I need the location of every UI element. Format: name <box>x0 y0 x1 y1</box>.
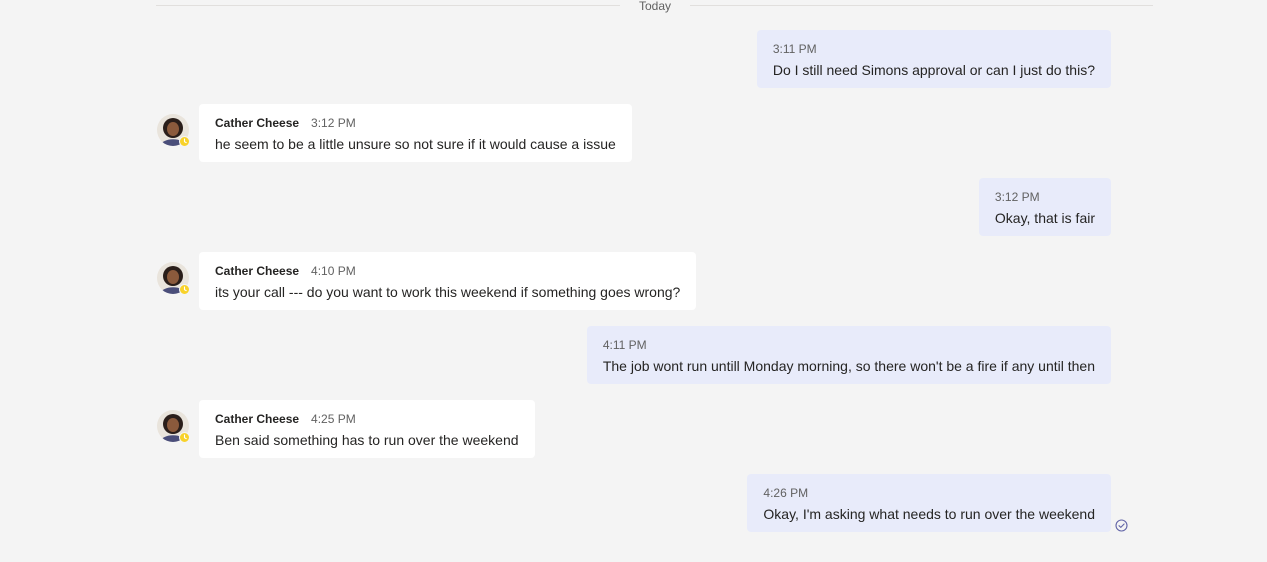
incoming-message[interactable]: Cather Cheese 3:12 PM he seem to be a lit… <box>199 104 632 162</box>
presence-away-icon <box>179 136 190 147</box>
date-divider: Today <box>156 0 1153 14</box>
message-text: The job wont run untill Monday morning, … <box>602 358 1095 374</box>
sender-name: Cather Cheese <box>215 412 300 426</box>
sender-name: Cather Cheese <box>215 116 300 130</box>
message-text: Okay, I'm asking what needs to run over … <box>763 506 1095 522</box>
outgoing-message[interactable]: 3:12 PM Okay, that is fair <box>978 178 1111 236</box>
avatar[interactable] <box>157 262 190 295</box>
avatar[interactable] <box>157 410 190 443</box>
message-time: 3:12 PM <box>994 190 1040 204</box>
message-text: its your call --- do you want to work th… <box>215 284 681 300</box>
incoming-message[interactable]: Cather Cheese 4:25 PM Ben said something … <box>199 400 535 458</box>
message-header: Cather Cheese 4:10 PM <box>215 263 680 279</box>
avatar[interactable] <box>157 114 190 147</box>
divider-line-left <box>156 5 620 6</box>
presence-away-icon <box>179 284 190 295</box>
message-time: 4:25 PM <box>311 412 356 426</box>
outgoing-message[interactable]: 4:26 PM Okay, I'm asking what needs to r… <box>747 474 1111 532</box>
message-time: 4:11 PM <box>602 338 647 352</box>
message-text: Do I still need Simons approval or can I… <box>772 62 1095 78</box>
message-text: he seem to be a little unsure so not sur… <box>215 136 616 152</box>
message-time: 3:12 PM <box>311 116 356 130</box>
message-time: 4:10 PM <box>311 264 356 278</box>
divider-line-right <box>690 5 1153 6</box>
sender-name: Cather Cheese <box>215 264 300 278</box>
message-time: 4:26 PM <box>763 486 809 500</box>
incoming-message[interactable]: Cather Cheese 4:10 PM its your call --- d… <box>199 252 697 310</box>
presence-away-icon <box>179 432 190 443</box>
message-header: Cather Cheese 4:25 PM <box>215 411 519 427</box>
outgoing-message[interactable]: 3:11 PM Do I still need Simons approval … <box>756 30 1111 88</box>
check-circle-icon <box>1115 519 1128 532</box>
outgoing-message[interactable]: 4:11 PM The job wont run untill Monday m… <box>586 326 1111 384</box>
message-text: Okay, that is fair <box>994 210 1095 226</box>
date-divider-label: Today <box>638 0 672 13</box>
message-text: Ben said something has to run over the w… <box>215 432 519 448</box>
message-time: 3:11 PM <box>772 42 817 56</box>
message-header: Cather Cheese 3:12 PM <box>215 115 616 131</box>
